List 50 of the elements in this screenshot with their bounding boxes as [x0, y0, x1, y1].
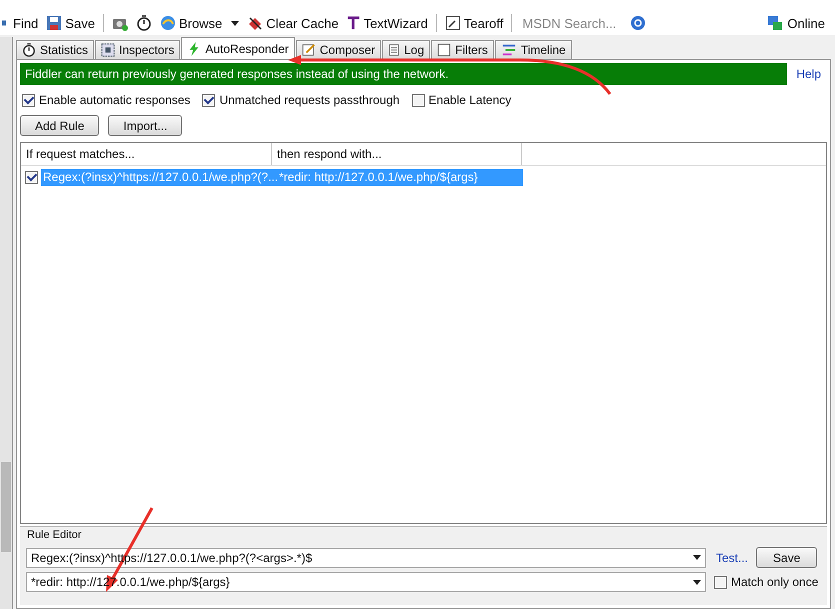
caret-icon[interactable]: [693, 580, 701, 584]
caret-icon[interactable]: [693, 555, 701, 560]
network-icon: [766, 15, 784, 31]
toolbar-button[interactable]: Save: [44, 15, 97, 31]
tab[interactable]: Statistics: [16, 40, 94, 59]
scrollbar-thumb[interactable]: [1, 462, 11, 552]
save-button[interactable]: Save: [756, 547, 818, 568]
checkbox-label: Match only once: [731, 575, 818, 589]
test-link[interactable]: Test...: [716, 550, 748, 564]
grid-icon: [101, 43, 116, 57]
window-icon: [444, 15, 461, 31]
action-button[interactable]: Add Rule: [20, 115, 100, 136]
tab[interactable]: Inspectors: [95, 40, 180, 59]
toolbar-button[interactable]: Find: [0, 15, 40, 31]
tab[interactable]: Timeline: [494, 40, 572, 59]
checkbox-label: Enable automatic responses: [39, 93, 190, 107]
tab[interactable]: Log: [382, 40, 430, 59]
caret-icon[interactable]: [231, 20, 240, 26]
stopwatch-icon: [22, 43, 36, 57]
checkbox[interactable]: [25, 170, 38, 184]
checkbox-icon: [437, 43, 452, 57]
tab[interactable]: AutoResponder: [181, 37, 295, 59]
tab[interactable]: Composer: [296, 40, 382, 59]
toolbar-button[interactable]: TextWizard: [344, 15, 430, 31]
checkbox[interactable]: [202, 94, 216, 106]
banner-text: Fiddler can return previously generated responses instead of using the network.: [24, 66, 449, 83]
checkbox-label: Unmatched requests passthrough: [219, 93, 400, 107]
table-cell-text: Regex:(?insx)^https://127.0.0.1/we.php?(?...: [42, 170, 277, 184]
checkbox-label: Enable Latency: [428, 93, 512, 107]
browser-icon: [160, 15, 176, 31]
checkbox[interactable]: [412, 94, 425, 106]
checkbox[interactable]: [714, 576, 727, 588]
help-icon[interactable]: [630, 15, 646, 31]
toolbar-button[interactable]: Clear Cache: [245, 15, 341, 31]
save-icon: [46, 15, 62, 31]
table-cell-text: *redir: http://127.0.0.1/we.php/${args}: [278, 170, 479, 184]
toolbar-button[interactable]: Tearoff: [442, 15, 506, 31]
stopwatch-icon: [136, 15, 152, 31]
help-link[interactable]: Help: [792, 67, 827, 81]
group-title: Rule Editor: [26, 528, 82, 543]
eraser-icon: [247, 15, 264, 31]
action-button[interactable]: Import...: [108, 115, 182, 136]
tab[interactable]: Filters: [431, 40, 494, 59]
document-icon: [388, 43, 400, 57]
checkbox[interactable]: [22, 94, 35, 106]
toolbar-button[interactable]: Browse: [158, 15, 242, 31]
letter-t-icon: [346, 15, 361, 31]
timeline-icon: [500, 43, 517, 57]
pen-icon: [302, 43, 316, 57]
online-button[interactable]: Online: [764, 15, 827, 31]
